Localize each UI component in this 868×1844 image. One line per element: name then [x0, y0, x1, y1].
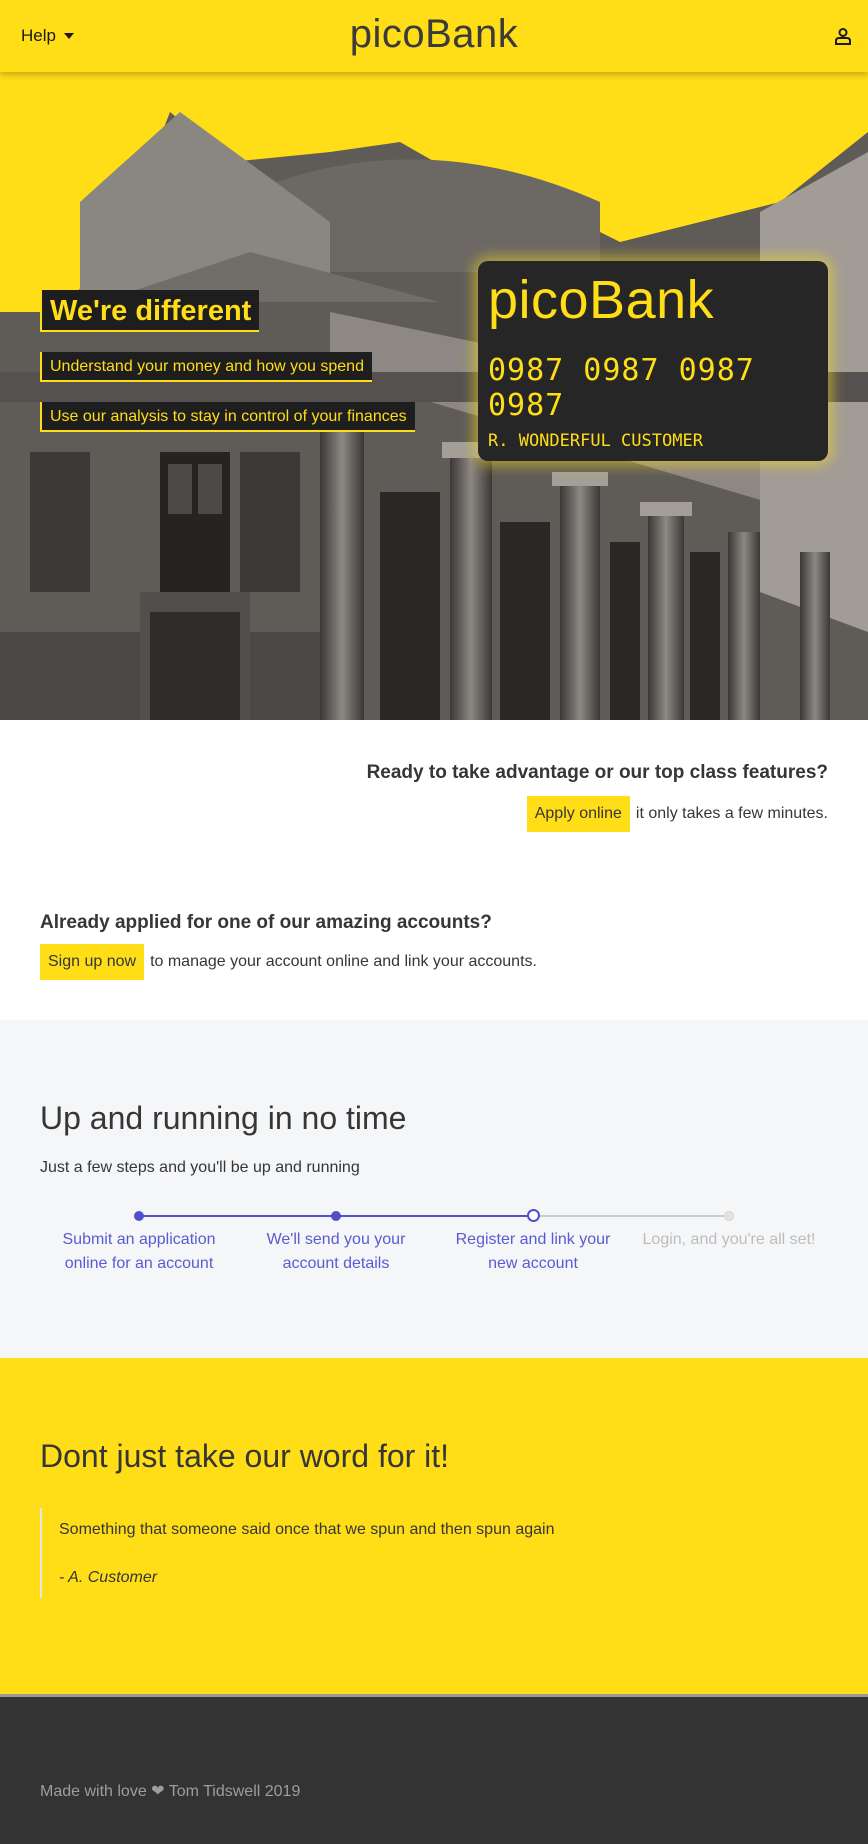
- step-connector: [336, 1215, 533, 1217]
- testimonial-section: Dont just take our word for it! Somethin…: [0, 1358, 868, 1694]
- step-label: Login, and you're all set!: [642, 1231, 816, 1248]
- signup-row: Sign up now to manage your account onlin…: [40, 944, 537, 980]
- steps-title: Up and running in no time: [40, 1100, 407, 1136]
- footer: Made with love ❤ Tom Tidswell 2019: [0, 1694, 868, 1844]
- signup-suffix: to manage your account online and link y…: [150, 953, 537, 970]
- hero-headline: We're different: [40, 290, 260, 332]
- apply-online-button[interactable]: Apply online: [526, 796, 630, 832]
- navbar: Help picoBank: [0, 0, 868, 72]
- step-marker: [724, 1211, 734, 1221]
- quote-author: - A. Customer: [59, 1569, 158, 1586]
- hero: We're different Understand your money an…: [0, 72, 868, 720]
- step-marker: [331, 1211, 341, 1221]
- testimonial-title: Dont just take our word for it!: [40, 1438, 450, 1474]
- brand-logo[interactable]: picoBank: [0, 12, 868, 57]
- step-label: We'll send you your account details: [266, 1231, 406, 1272]
- step-connector: [139, 1215, 336, 1217]
- apply-row: Apply online it only takes a few minutes…: [526, 796, 828, 832]
- steps-section: Up and running in no time Just a few ste…: [0, 1020, 868, 1358]
- footer-credit: Made with love ❤ Tom Tidswell 2019: [40, 1783, 301, 1800]
- apply-suffix: it only takes a few minutes.: [635, 805, 828, 822]
- step-label: Register and link your new account: [455, 1231, 611, 1272]
- hero-tagline-2: Use our analysis to stay in control of y…: [40, 402, 415, 432]
- bank-card: picoBank 0987 0987 0987 0987 R. WONDERFU…: [478, 261, 828, 461]
- steps-subtitle: Just a few steps and you'll be up and ru…: [40, 1159, 360, 1176]
- step-connector: [533, 1215, 729, 1217]
- card-number: 0987 0987 0987 0987: [488, 353, 755, 423]
- step-marker: [527, 1209, 540, 1222]
- user-icon[interactable]: [834, 27, 852, 45]
- hero-tagline-1: Understand your money and how you spend: [40, 352, 372, 382]
- signup-question: Already applied for one of our amazing a…: [40, 912, 492, 933]
- apply-question: Ready to take advantage or our top class…: [366, 762, 828, 783]
- card-holder-name: R. WONDERFUL CUSTOMER: [488, 431, 703, 451]
- sign-up-button[interactable]: Sign up now: [40, 944, 145, 980]
- step-label: Submit an application online for an acco…: [62, 1231, 216, 1272]
- step-marker: [134, 1211, 144, 1221]
- quote-text: Something that someone said once that we…: [59, 1521, 555, 1538]
- testimonial-quote: Something that someone said once that we…: [40, 1508, 640, 1598]
- card-brand: picoBank: [488, 270, 715, 330]
